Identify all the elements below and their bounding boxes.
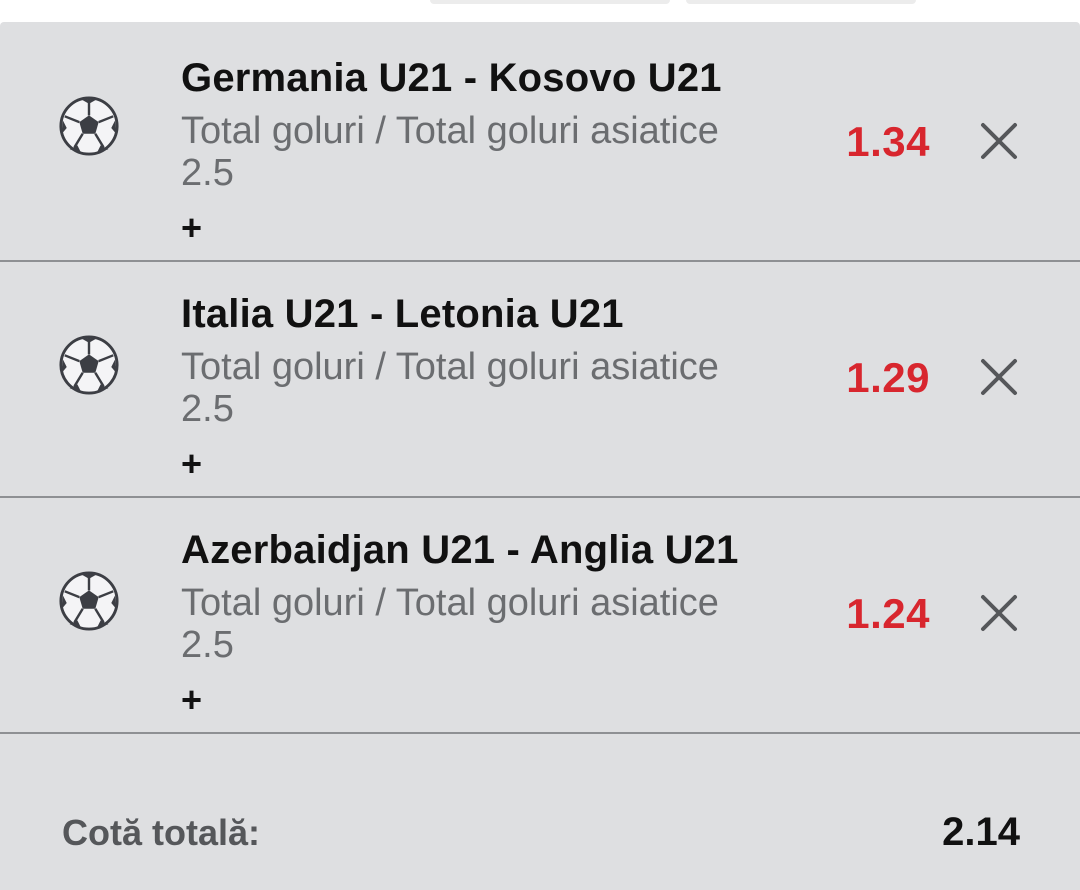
selection-odds: 1.24 — [846, 590, 930, 637]
total-odds-value: 2.14 — [942, 810, 1020, 854]
top-tab-left[interactable] — [430, 0, 670, 4]
selection-odds: 1.34 — [846, 118, 930, 165]
market-name: Total goluri / Total goluri asiatice — [181, 346, 719, 388]
top-strip — [0, 0, 1080, 22]
market-name: Total goluri / Total goluri asiatice — [181, 110, 719, 152]
bet-slip: Germania U21 - Kosovo U21 Total goluri /… — [0, 22, 1080, 890]
market-description: Total goluri / Total goluri asiatice 2.5 — [181, 346, 781, 430]
match-title: Azerbaidjan U21 - Anglia U21 — [181, 528, 739, 572]
close-icon[interactable] — [978, 592, 1020, 634]
soccer-ball-icon — [59, 571, 119, 631]
selection-item[interactable]: Azerbaidjan U21 - Anglia U21 Total golur… — [0, 498, 1080, 734]
market-line: 2.5 — [181, 624, 234, 666]
market-description: Total goluri / Total goluri asiatice 2.5 — [181, 110, 781, 194]
market-line: 2.5 — [181, 152, 234, 194]
soccer-ball-icon — [59, 96, 119, 156]
selection-list: Germania U21 - Kosovo U21 Total goluri /… — [0, 22, 1080, 734]
top-tab-right[interactable] — [686, 0, 916, 4]
total-odds-row: Cotă totală: 2.14 — [0, 734, 1080, 890]
expand-plus-icon[interactable]: + — [181, 446, 202, 482]
market-name: Total goluri / Total goluri asiatice — [181, 582, 719, 624]
expand-plus-icon[interactable]: + — [181, 682, 202, 718]
match-title: Germania U21 - Kosovo U21 — [181, 56, 722, 100]
market-description: Total goluri / Total goluri asiatice 2.5 — [181, 582, 781, 666]
selection-item[interactable]: Italia U21 - Letonia U21 Total goluri / … — [0, 262, 1080, 498]
soccer-ball-icon — [59, 335, 119, 395]
total-odds-label: Cotă totală: — [62, 812, 260, 853]
close-icon[interactable] — [978, 356, 1020, 398]
market-line: 2.5 — [181, 388, 234, 430]
match-title: Italia U21 - Letonia U21 — [181, 292, 624, 336]
close-icon[interactable] — [978, 120, 1020, 162]
selection-item[interactable]: Germania U21 - Kosovo U21 Total goluri /… — [0, 22, 1080, 262]
selection-odds: 1.29 — [846, 354, 930, 401]
expand-plus-icon[interactable]: + — [181, 210, 202, 246]
